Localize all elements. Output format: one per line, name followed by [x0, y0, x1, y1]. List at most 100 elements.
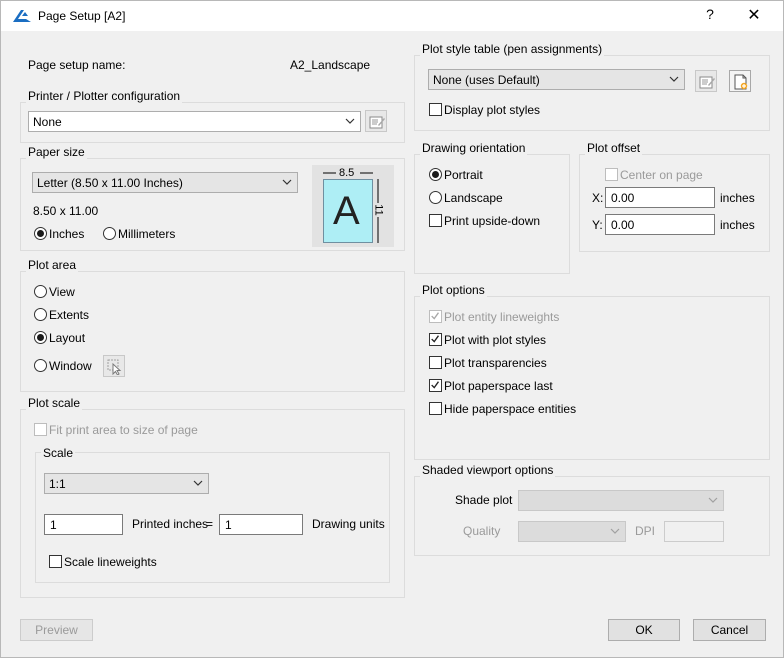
printed-inches-input[interactable]: 1 — [44, 514, 123, 535]
plot-transparencies-label: Plot transparencies — [444, 356, 547, 370]
drawing-units-label: Drawing units — [312, 517, 385, 531]
quality-select[interactable] — [518, 521, 626, 542]
offset-x-input[interactable]: 0.00 — [605, 187, 715, 208]
portrait-label: Portrait — [444, 168, 483, 182]
hide-paperspace-label: Hide paperspace entities — [444, 402, 577, 416]
fit-to-page-checkbox[interactable] — [34, 423, 47, 436]
shaded-viewport-group-title: Shaded viewport options — [420, 463, 556, 477]
new-document-icon — [734, 74, 748, 90]
print-upside-down-checkbox[interactable] — [429, 214, 442, 227]
ok-button[interactable]: OK — [608, 619, 680, 641]
chevron-down-icon — [610, 528, 620, 534]
printer-select[interactable]: None — [28, 111, 361, 132]
plot-scale-group-title: Plot scale — [26, 396, 83, 410]
checkmark-icon — [431, 312, 440, 320]
plot-with-styles-checkbox[interactable] — [429, 333, 442, 346]
plot-with-styles-label: Plot with plot styles — [444, 333, 547, 347]
paper-preview-height: 11 — [372, 204, 385, 216]
shade-plot-label: Shade plot — [455, 493, 513, 507]
printer-properties-button[interactable] — [365, 110, 387, 132]
offset-y-label: Y: — [592, 218, 603, 232]
offset-x-label: X: — [592, 191, 604, 205]
page-setup-name-label: Page setup name: — [28, 58, 126, 72]
app-logo-icon — [13, 10, 31, 22]
view-radio[interactable] — [34, 285, 47, 298]
plot-paperspace-last-checkbox[interactable] — [429, 379, 442, 392]
help-button[interactable]: ? — [701, 6, 719, 26]
offset-x-units: inches — [720, 191, 755, 205]
dpi-label: DPI — [635, 524, 656, 538]
plot-transparencies-checkbox[interactable] — [429, 356, 442, 369]
offset-y-input[interactable]: 0.00 — [605, 214, 715, 235]
edit-plot-style-button[interactable] — [695, 70, 717, 92]
shaded-viewport-group — [414, 476, 770, 556]
print-upside-down-label: Print upside-down — [444, 214, 541, 228]
scale-subgroup-title: Scale — [41, 446, 76, 460]
offset-y-units: inches — [720, 218, 755, 232]
drawing-units-input[interactable]: 1 — [219, 514, 303, 535]
paper-preview-width: 8.5 — [339, 167, 355, 179]
quality-label: Quality — [463, 524, 501, 538]
inches-radio[interactable] — [34, 227, 47, 240]
orientation-group-title: Drawing orientation — [420, 141, 528, 155]
equals-sign: = — [206, 517, 214, 531]
center-on-page-label: Center on page — [620, 168, 703, 182]
paper-preview-letter: A — [333, 189, 360, 233]
layout-label: Layout — [49, 331, 86, 345]
window-title: Page Setup [A2] — [38, 9, 126, 23]
preview-button[interactable]: Preview — [20, 619, 93, 641]
plot-style-select[interactable]: None (uses Default) — [428, 69, 685, 90]
plot-options-group-title: Plot options — [420, 283, 487, 297]
paper-size-select[interactable]: Letter (8.50 x 11.00 Inches) — [32, 172, 298, 193]
plot-entity-lineweights-label: Plot entity lineweights — [444, 310, 560, 324]
dpi-input[interactable] — [664, 521, 724, 542]
layout-radio[interactable] — [34, 331, 47, 344]
plot-entity-lineweights-checkbox[interactable] — [429, 310, 442, 323]
pick-window-button[interactable] — [103, 355, 125, 377]
chevron-down-icon — [345, 118, 355, 124]
window-label: Window — [49, 359, 92, 373]
title-bar: Page Setup [A2] ? ✕ — [1, 1, 783, 31]
plot-offset-group-title: Plot offset — [585, 141, 643, 155]
chevron-down-icon — [708, 497, 718, 503]
close-button[interactable]: ✕ — [743, 5, 765, 27]
view-label: View — [49, 285, 75, 299]
new-plot-style-button[interactable] — [729, 70, 751, 92]
shade-plot-select[interactable] — [518, 490, 724, 511]
chevron-down-icon — [193, 480, 203, 486]
portrait-radio[interactable] — [429, 168, 442, 181]
plot-paperspace-last-label: Plot paperspace last — [444, 379, 553, 393]
paper-size-group-title: Paper size — [26, 145, 87, 159]
checkmark-icon — [431, 335, 440, 343]
display-plot-styles-label: Display plot styles — [444, 103, 541, 117]
edit-icon — [699, 76, 715, 89]
inches-label: Inches — [49, 227, 85, 241]
checkmark-icon — [431, 381, 440, 389]
page-setup-dialog: Page Setup [A2] ? ✕ Page setup name: A2_… — [0, 0, 784, 658]
scale-select[interactable]: 1:1 — [44, 473, 209, 494]
cursor-pick-icon — [107, 359, 122, 375]
plot-style-group — [414, 55, 770, 131]
window-radio[interactable] — [34, 359, 47, 372]
printed-inches-label: Printed inches — [132, 517, 209, 531]
page-setup-name-value: A2_Landscape — [290, 58, 371, 72]
edit-properties-icon — [369, 116, 385, 129]
cancel-button[interactable]: Cancel — [693, 619, 766, 641]
chevron-down-icon — [282, 179, 292, 185]
landscape-radio[interactable] — [429, 191, 442, 204]
plot-area-group-title: Plot area — [26, 258, 79, 272]
hide-paperspace-checkbox[interactable] — [429, 402, 442, 415]
chevron-down-icon — [669, 76, 679, 82]
paper-dimensions: 8.50 x 11.00 — [33, 204, 99, 218]
extents-label: Extents — [49, 308, 90, 322]
display-plot-styles-checkbox[interactable] — [429, 103, 442, 116]
millimeters-radio[interactable] — [103, 227, 116, 240]
fit-to-page-label: Fit print area to size of page — [49, 423, 198, 437]
millimeters-label: Millimeters — [118, 227, 176, 241]
printer-group-title: Printer / Plotter configuration — [26, 89, 183, 103]
landscape-label: Landscape — [444, 191, 503, 205]
extents-radio[interactable] — [34, 308, 47, 321]
center-on-page-checkbox[interactable] — [605, 168, 618, 181]
plot-style-group-title: Plot style table (pen assignments) — [420, 42, 605, 56]
scale-lineweights-checkbox[interactable] — [49, 555, 62, 568]
